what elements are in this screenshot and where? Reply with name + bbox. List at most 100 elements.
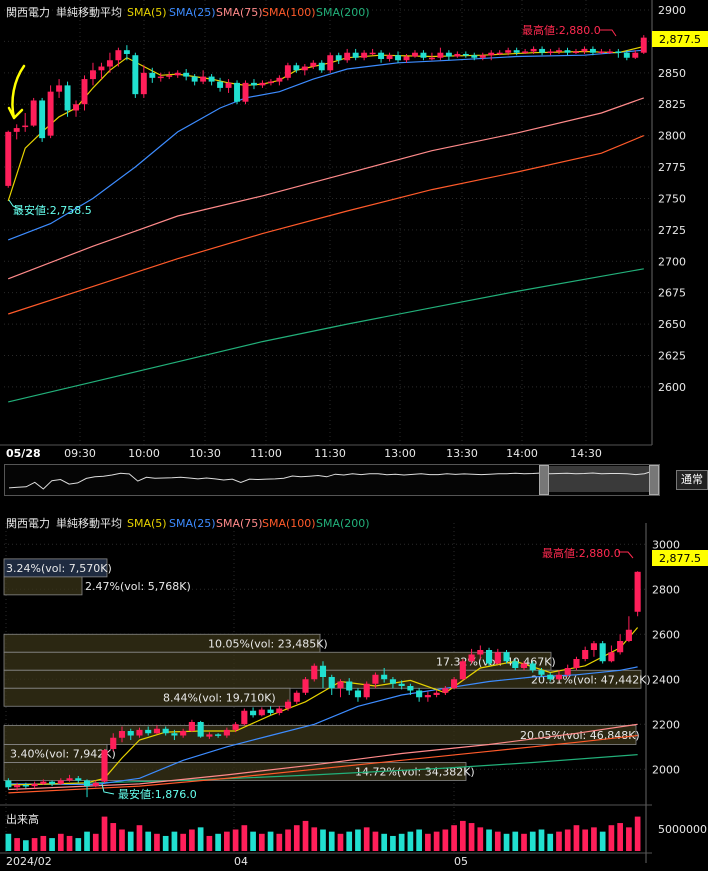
intraday-low-label: 最安値:2,758.5 (13, 203, 92, 217)
volume-bar (328, 831, 335, 851)
candle-body (302, 679, 309, 693)
candle-body (145, 729, 152, 734)
candle-body (346, 681, 353, 691)
candle-body (234, 82, 240, 102)
candle-body (555, 674, 563, 680)
candle-body (389, 679, 396, 684)
volume-bar (626, 827, 632, 851)
candle-body (573, 659, 580, 668)
candle-body (378, 52, 385, 59)
candle-body (183, 72, 190, 77)
volume-bar (468, 823, 475, 851)
candle-body (267, 709, 274, 713)
intraday-chart-background (0, 0, 708, 462)
candle-body (529, 663, 536, 671)
volume-bar (276, 833, 283, 851)
price-tick-label: 2825 (658, 98, 686, 111)
candle-body (180, 731, 187, 736)
volume-bar (145, 831, 152, 851)
candle-body (30, 100, 37, 126)
daily-legend: 関西電力 単純移動平均 SMA(5) SMA(25) SMA(75) SMA(1… (6, 516, 370, 530)
time-tick-label: 10:30 (189, 447, 221, 460)
candle-body (505, 50, 512, 53)
candle-body (64, 85, 71, 111)
volume-bar (154, 833, 160, 851)
candle-body (354, 690, 362, 698)
daily-legend-indicator-name: 単純移動平均 (56, 516, 122, 530)
candle-body (386, 55, 393, 59)
candle-body (581, 48, 588, 52)
time-tick-label: 10:00 (128, 447, 160, 460)
candle-body (14, 785, 21, 788)
volume-bar (486, 829, 492, 851)
time-tick-label: 11:30 (314, 447, 346, 460)
intraday-legend: 関西電力 単純移動平均 SMA(5) SMA(25) SMA(75) SMA(1… (6, 5, 370, 19)
volume-bar (416, 829, 422, 851)
candle-body (188, 722, 195, 731)
time-tick-label: 13:00 (384, 447, 416, 460)
navigator-sparkline (8, 466, 657, 492)
volume-bar (459, 820, 466, 851)
volume-bar (451, 825, 457, 851)
volume-bar (293, 825, 300, 851)
candle-body (433, 692, 440, 695)
candle-body (22, 785, 29, 787)
daily-chart[interactable]: 3.24%(vol: 7,570K) 2.47%(vol: 5,768K) 10.0… (0, 508, 708, 871)
time-tick-label: 11:00 (250, 447, 282, 460)
volume-bar (320, 829, 326, 851)
time-range-navigator[interactable] (4, 464, 660, 496)
price-tick-label: 2600 (652, 628, 680, 641)
candle-body (241, 710, 248, 725)
volume-zone-label: 20.05%(vol: 46,848K) (520, 729, 640, 742)
candle-body (488, 52, 495, 56)
navigator-left-handle[interactable] (539, 465, 549, 495)
candle-body (407, 686, 414, 691)
time-tick-label: 09:30 (64, 447, 96, 460)
legend-sma75: SMA(75) (216, 6, 263, 19)
price-tick-label: 2650 (658, 318, 686, 331)
price-tick-label: 2200 (652, 718, 680, 731)
candle-body (115, 50, 122, 61)
candle-body (22, 125, 29, 128)
candle-body (573, 51, 579, 53)
candle-body (372, 674, 379, 684)
candle-body (200, 76, 207, 82)
daily-last-price-tag: 2,877.5 (652, 550, 708, 566)
volume-bar (634, 816, 641, 851)
volume-label: 出来高 (6, 812, 39, 826)
candle-body (442, 688, 449, 693)
candle-body (319, 665, 327, 677)
candle-body (73, 104, 79, 111)
volume-bar (442, 829, 449, 851)
volume-bar (390, 835, 396, 851)
price-tick-label: 3000 (652, 538, 680, 551)
candle-body (454, 53, 461, 57)
candle-body (90, 70, 96, 80)
candle-body (110, 737, 117, 749)
candle-body (328, 677, 335, 689)
volume-bar (521, 833, 527, 851)
price-tick-label: 2625 (658, 349, 686, 362)
legend-sma25: SMA(25) (169, 6, 216, 19)
candle-body (416, 690, 423, 698)
volume-bar (582, 829, 589, 851)
volume-bar (617, 823, 623, 851)
candle-body (258, 709, 265, 716)
legend-sma200: SMA(200) (316, 6, 370, 19)
candle-body (335, 55, 342, 61)
volume-bar (258, 833, 265, 851)
legend-sma100: SMA(100) (262, 6, 316, 19)
time-tick-label: 05 (454, 855, 468, 868)
candle-body (485, 650, 493, 664)
candle-body (311, 665, 318, 680)
normal-mode-button[interactable]: 通常 (676, 470, 708, 490)
candle-body (598, 51, 605, 53)
volume-bar (206, 835, 213, 851)
price-tick-label: 2000 (652, 763, 680, 776)
volume-bar (14, 838, 20, 851)
navigator-right-handle[interactable] (649, 465, 659, 495)
daily-legend-sma100: SMA(100) (262, 517, 316, 530)
candle-body (363, 683, 370, 698)
volume-tick: 5000000 (658, 823, 707, 836)
intraday-chart[interactable]: 2600 2625 2650 2675 2700 2725 2750 2775 2800 2825… (0, 0, 708, 462)
